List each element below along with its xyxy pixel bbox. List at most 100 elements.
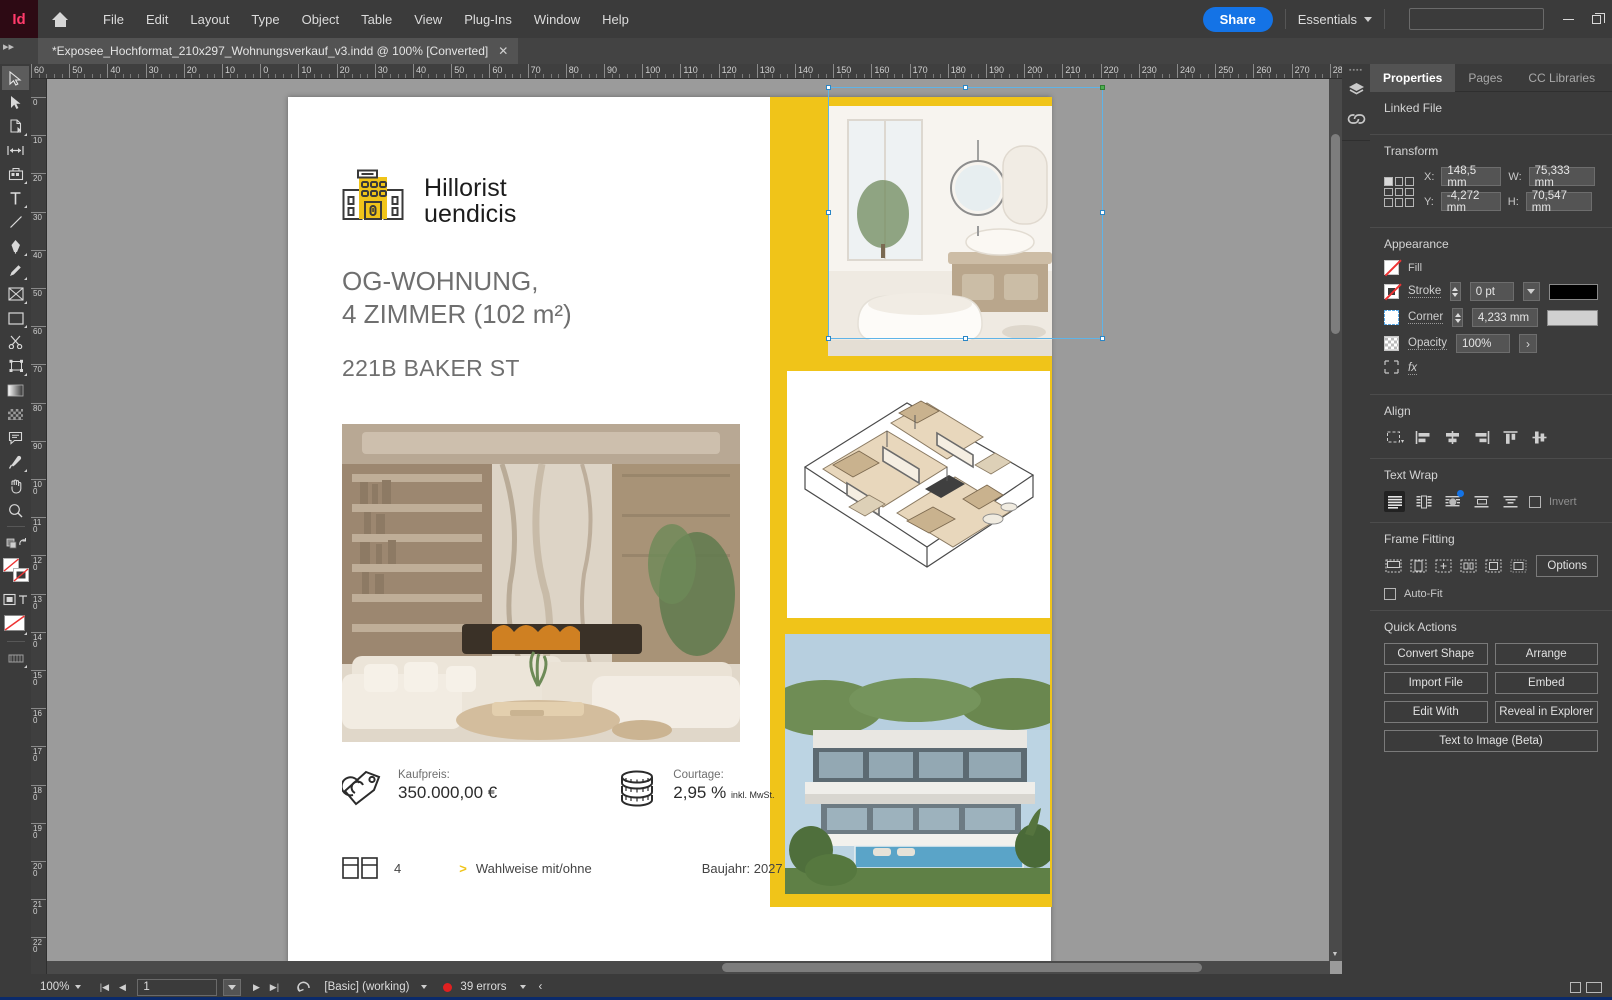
panel-grip[interactable]: ▪▪▪▪ <box>1342 64 1370 74</box>
fill-swatch-icon[interactable] <box>1384 260 1399 275</box>
horizontal-scroll-thumb[interactable] <box>722 963 1202 972</box>
reveal-in-explorer-button[interactable]: Reveal in Explorer <box>1494 701 1598 723</box>
convert-shape-button[interactable]: Convert Shape <box>1384 643 1488 665</box>
corner-label[interactable]: Corner <box>1408 311 1444 324</box>
page-tool[interactable] <box>2 114 29 138</box>
pen-tool[interactable] <box>2 234 29 258</box>
corner-options-icon[interactable] <box>1384 310 1399 325</box>
selection-tool[interactable] <box>2 66 29 90</box>
horizontal-scrollbar[interactable] <box>47 961 1330 974</box>
scroll-down-icon[interactable]: ▼ <box>1329 948 1341 961</box>
align-center-horizontal-icon[interactable] <box>1442 427 1463 448</box>
errors-dropdown-icon[interactable] <box>520 985 527 989</box>
search-input[interactable] <box>1409 8 1544 30</box>
zoom-tool[interactable] <box>2 498 29 522</box>
stroke-type-dropdown[interactable] <box>1522 282 1540 301</box>
minimize-button[interactable] <box>1554 0 1582 38</box>
align-top-icon[interactable] <box>1500 427 1521 448</box>
rectangle-tool[interactable] <box>2 306 29 330</box>
formatting-affects-icon[interactable] <box>2 587 29 611</box>
corner-row[interactable]: Corner 4,233 mm <box>1384 308 1598 327</box>
document-canvas[interactable]: Hillorist uendicis OG-WOHNUNG, 4 ZIMMER … <box>47 79 1343 974</box>
wrap-object-shape-icon[interactable] <box>1442 490 1464 512</box>
gradient-feather-tool[interactable] <box>2 402 29 426</box>
w-field[interactable]: 75,333 mm <box>1528 165 1595 189</box>
stroke-stepper[interactable] <box>1450 282 1461 301</box>
h-field[interactable]: 70,547 mm <box>1525 190 1592 214</box>
menu-type[interactable]: Type <box>240 8 290 31</box>
property-address[interactable]: 221B BAKER ST <box>342 355 520 382</box>
close-icon[interactable]: ✕ <box>498 44 508 58</box>
effects-icon[interactable] <box>1384 360 1399 377</box>
align-middle-icon[interactable] <box>1529 427 1550 448</box>
align-right-icon[interactable] <box>1471 427 1492 448</box>
home-icon[interactable] <box>38 0 82 38</box>
corner-radius-field[interactable]: 4,233 mm <box>1471 308 1539 327</box>
menu-file[interactable]: File <box>92 8 135 31</box>
single-page-view-icon[interactable] <box>1570 981 1581 993</box>
wrap-bounding-box-icon[interactable] <box>1413 491 1434 512</box>
next-page-button[interactable]: ▶ <box>247 979 265 996</box>
content-collector-tool[interactable] <box>2 162 29 186</box>
preflight-dropdown-icon[interactable] <box>421 985 428 989</box>
reference-point-selector[interactable] <box>1384 177 1414 207</box>
menu-plugins[interactable]: Plug-Ins <box>453 8 523 31</box>
menu-window[interactable]: Window <box>523 8 591 31</box>
corner-stepper[interactable] <box>1452 308 1463 327</box>
align-to-icon[interactable] <box>1384 427 1405 448</box>
maximize-button[interactable] <box>1582 0 1610 38</box>
opacity-options-button[interactable]: › <box>1519 334 1537 353</box>
free-transform-tool[interactable] <box>2 354 29 378</box>
frame-options-button[interactable]: Options <box>1536 555 1599 577</box>
opacity-field[interactable]: 100% <box>1456 334 1510 353</box>
gap-tool[interactable] <box>2 138 29 162</box>
wrap-jump-object-icon[interactable] <box>1471 491 1492 512</box>
collapse-panel-icon[interactable]: ▸▸ <box>3 40 14 53</box>
vertical-scroll-thumb[interactable] <box>1331 134 1340 334</box>
fill-frame-proportionally-icon[interactable] <box>1409 556 1428 577</box>
wrap-none-icon[interactable] <box>1384 491 1405 512</box>
vertical-scrollbar[interactable]: ▼ <box>1329 79 1342 961</box>
workspace-switcher[interactable]: Essentials <box>1298 12 1372 27</box>
opacity-row[interactable]: Opacity 100% › <box>1384 334 1598 353</box>
tab-properties[interactable]: Properties <box>1370 64 1456 92</box>
menu-view[interactable]: View <box>403 8 453 31</box>
invert-checkbox[interactable] <box>1529 495 1541 508</box>
fill-stroke-proxy[interactable] <box>2 555 29 587</box>
fit-frame-to-content-icon[interactable] <box>1459 556 1478 577</box>
layers-icon[interactable] <box>1342 74 1370 104</box>
stroke-swatch-icon[interactable] <box>1384 283 1402 301</box>
stroke-row[interactable]: Stroke 0 pt <box>1384 282 1598 301</box>
links-icon[interactable] <box>1342 104 1370 134</box>
menu-edit[interactable]: Edit <box>135 8 179 31</box>
opacity-label[interactable]: Opacity <box>1408 337 1447 350</box>
last-page-button[interactable]: ▶| <box>265 979 283 996</box>
status-more-icon[interactable]: ‹ <box>538 981 542 993</box>
screen-mode-icon[interactable] <box>2 646 29 670</box>
page-number-field[interactable]: 1 <box>137 978 218 996</box>
fill-stroke-swap-icon[interactable] <box>2 531 29 555</box>
align-left-icon[interactable] <box>1413 427 1434 448</box>
import-file-button[interactable]: Import File <box>1384 672 1488 694</box>
arrange-button[interactable]: Arrange <box>1494 643 1598 665</box>
spread-view-icon[interactable] <box>1586 981 1602 993</box>
menu-layout[interactable]: Layout <box>179 8 240 31</box>
eyedropper-tool[interactable] <box>2 450 29 474</box>
stroke-color-swatch[interactable] <box>1548 283 1598 300</box>
apply-color-icon[interactable] <box>2 611 29 637</box>
menu-object[interactable]: Object <box>291 8 351 31</box>
y-field[interactable]: -4,272 mm <box>1440 190 1501 214</box>
vertical-ruler[interactable]: 0 10 20 30 40 50 60 70 80 90 100 110 120 130 140 150 160… <box>31 79 47 974</box>
hand-tool[interactable] <box>2 474 29 498</box>
stroke-weight-field[interactable]: 0 pt <box>1469 282 1514 301</box>
embed-button[interactable]: Embed <box>1494 672 1598 694</box>
text-to-image-button[interactable]: Text to Image (Beta) <box>1384 730 1598 752</box>
document-page[interactable]: Hillorist uendicis OG-WOHNUNG, 4 ZIMMER … <box>288 97 1052 974</box>
previous-page-button[interactable]: ◀ <box>113 979 131 996</box>
pencil-tool[interactable] <box>2 258 29 282</box>
horizontal-ruler[interactable]: 60 50 40 30 20 10 0 10 20 30 40 50 60 70 80 90 100 110 120… <box>31 64 1343 79</box>
chevron-down-icon[interactable] <box>75 985 82 989</box>
note-tool[interactable] <box>2 426 29 450</box>
fx-label[interactable]: fx <box>1408 362 1417 375</box>
menu-table[interactable]: Table <box>350 8 403 31</box>
